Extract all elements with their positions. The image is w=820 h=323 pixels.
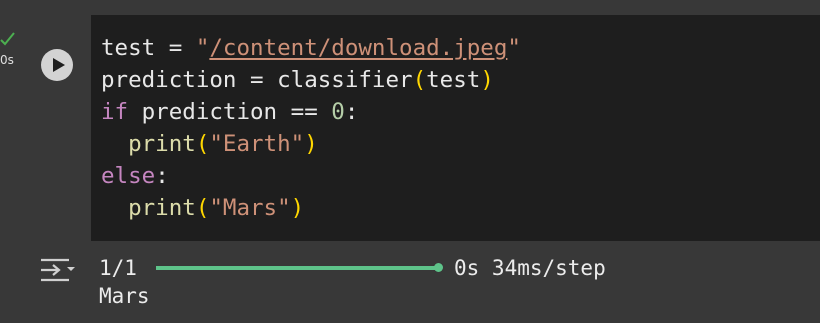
printed-output: Mars	[99, 284, 150, 308]
code-token: :	[344, 99, 359, 125]
code-line-4: print("Earth")	[101, 131, 318, 157]
string-token: "Earth"	[209, 131, 305, 157]
code-token: =	[155, 35, 196, 61]
code-token: :	[155, 163, 169, 189]
code-text: test = "/content/download.jpeg" predicti…	[101, 32, 521, 224]
code-token: classifier	[277, 67, 413, 93]
progress-bar-end	[434, 263, 443, 272]
bracket-token: (	[195, 195, 210, 221]
code-token: test	[426, 67, 481, 93]
keyword-token: else	[101, 163, 156, 189]
bracket-token: (	[412, 67, 427, 93]
output-toggle-icon[interactable]	[39, 255, 77, 285]
bracket-token: (	[195, 131, 210, 157]
run-cell-button[interactable]	[41, 49, 73, 81]
cell-output: 1/1 0s 34ms/step Mars	[24, 241, 820, 323]
code-token: prediction	[101, 67, 237, 93]
code-token: test	[101, 35, 156, 61]
cell-gutter: 0s	[0, 0, 24, 323]
checkmark-icon	[0, 32, 15, 46]
keyword-token: if	[101, 99, 129, 125]
progress-bar	[156, 266, 438, 270]
code-cell: test = "/content/download.jpeg" predicti…	[24, 0, 820, 323]
code-token: prediction ==	[128, 99, 332, 125]
code-line-5: else:	[101, 163, 169, 189]
string-token: "Mars"	[209, 195, 291, 221]
code-editor[interactable]: test = "/content/download.jpeg" predicti…	[91, 15, 820, 241]
function-token: print	[128, 195, 196, 221]
code-line-1: test = "/content/download.jpeg"	[101, 35, 521, 61]
bracket-token: )	[480, 67, 494, 93]
cell-left-rail	[24, 15, 91, 241]
bracket-token: )	[290, 195, 305, 221]
string-token: "	[507, 35, 521, 61]
number-token: 0	[331, 99, 345, 125]
function-token: print	[128, 131, 196, 157]
progress-bar-fill	[156, 266, 438, 270]
code-line-6: print("Mars")	[101, 195, 304, 221]
code-line-3: if prediction == 0:	[101, 99, 358, 125]
file-path-link[interactable]: /content/download.jpeg	[209, 35, 507, 61]
bracket-token: )	[304, 131, 318, 157]
play-icon	[53, 58, 65, 72]
string-token: "	[195, 35, 210, 61]
code-token: =	[236, 67, 278, 93]
progress-step-count: 1/1	[99, 256, 137, 280]
code-line-2: prediction = classifier(test)	[101, 67, 494, 93]
progress-timing: 0s 34ms/step	[454, 256, 606, 280]
execution-time: 0s	[0, 53, 14, 67]
